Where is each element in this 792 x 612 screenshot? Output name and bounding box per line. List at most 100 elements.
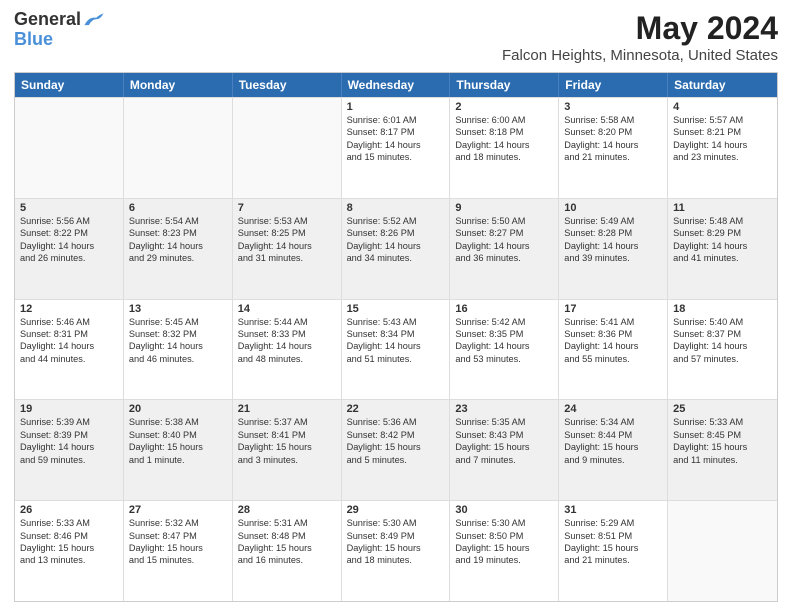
table-row: 17Sunrise: 5:41 AM Sunset: 8:36 PM Dayli…: [559, 300, 668, 400]
day-info: Sunrise: 5:52 AM Sunset: 8:26 PM Dayligh…: [347, 215, 445, 265]
day-info: Sunrise: 5:31 AM Sunset: 8:48 PM Dayligh…: [238, 517, 336, 567]
table-row: 28Sunrise: 5:31 AM Sunset: 8:48 PM Dayli…: [233, 501, 342, 601]
day-number: 17: [564, 303, 662, 315]
header-tuesday: Tuesday: [233, 73, 342, 97]
table-row: 6Sunrise: 5:54 AM Sunset: 8:23 PM Daylig…: [124, 199, 233, 299]
table-row: 18Sunrise: 5:40 AM Sunset: 8:37 PM Dayli…: [668, 300, 777, 400]
day-number: 13: [129, 303, 227, 315]
calendar-header: Sunday Monday Tuesday Wednesday Thursday…: [15, 73, 777, 97]
day-info: Sunrise: 5:32 AM Sunset: 8:47 PM Dayligh…: [129, 517, 227, 567]
day-number: 3: [564, 101, 662, 113]
cal-row: 26Sunrise: 5:33 AM Sunset: 8:46 PM Dayli…: [15, 500, 777, 601]
day-number: 31: [564, 504, 662, 516]
table-row: [233, 98, 342, 198]
table-row: 25Sunrise: 5:33 AM Sunset: 8:45 PM Dayli…: [668, 400, 777, 500]
day-number: 22: [347, 403, 445, 415]
header: General Blue May 2024 Falcon Heights, Mi…: [14, 10, 778, 64]
table-row: [124, 98, 233, 198]
table-row: [15, 98, 124, 198]
table-row: 19Sunrise: 5:39 AM Sunset: 8:39 PM Dayli…: [15, 400, 124, 500]
day-info: Sunrise: 5:48 AM Sunset: 8:29 PM Dayligh…: [673, 215, 772, 265]
day-number: 8: [347, 202, 445, 214]
day-info: Sunrise: 5:49 AM Sunset: 8:28 PM Dayligh…: [564, 215, 662, 265]
day-info: Sunrise: 5:43 AM Sunset: 8:34 PM Dayligh…: [347, 316, 445, 366]
table-row: 16Sunrise: 5:42 AM Sunset: 8:35 PM Dayli…: [450, 300, 559, 400]
page-subtitle: Falcon Heights, Minnesota, United States: [502, 47, 778, 64]
table-row: 7Sunrise: 5:53 AM Sunset: 8:25 PM Daylig…: [233, 199, 342, 299]
table-row: [668, 501, 777, 601]
title-block: May 2024 Falcon Heights, Minnesota, Unit…: [502, 10, 778, 64]
day-info: Sunrise: 5:33 AM Sunset: 8:45 PM Dayligh…: [673, 416, 772, 466]
table-row: 4Sunrise: 5:57 AM Sunset: 8:21 PM Daylig…: [668, 98, 777, 198]
day-number: 28: [238, 504, 336, 516]
page: General Blue May 2024 Falcon Heights, Mi…: [0, 0, 792, 612]
cal-row: 1Sunrise: 6:01 AM Sunset: 8:17 PM Daylig…: [15, 97, 777, 198]
day-info: Sunrise: 5:38 AM Sunset: 8:40 PM Dayligh…: [129, 416, 227, 466]
day-number: 14: [238, 303, 336, 315]
day-info: Sunrise: 5:40 AM Sunset: 8:37 PM Dayligh…: [673, 316, 772, 366]
table-row: 23Sunrise: 5:35 AM Sunset: 8:43 PM Dayli…: [450, 400, 559, 500]
table-row: 8Sunrise: 5:52 AM Sunset: 8:26 PM Daylig…: [342, 199, 451, 299]
table-row: 14Sunrise: 5:44 AM Sunset: 8:33 PM Dayli…: [233, 300, 342, 400]
cal-row: 12Sunrise: 5:46 AM Sunset: 8:31 PM Dayli…: [15, 299, 777, 400]
day-number: 5: [20, 202, 118, 214]
day-info: Sunrise: 5:58 AM Sunset: 8:20 PM Dayligh…: [564, 114, 662, 164]
table-row: 26Sunrise: 5:33 AM Sunset: 8:46 PM Dayli…: [15, 501, 124, 601]
logo-general: General: [14, 9, 81, 29]
day-info: Sunrise: 6:01 AM Sunset: 8:17 PM Dayligh…: [347, 114, 445, 164]
table-row: 12Sunrise: 5:46 AM Sunset: 8:31 PM Dayli…: [15, 300, 124, 400]
table-row: 30Sunrise: 5:30 AM Sunset: 8:50 PM Dayli…: [450, 501, 559, 601]
day-number: 29: [347, 504, 445, 516]
table-row: 27Sunrise: 5:32 AM Sunset: 8:47 PM Dayli…: [124, 501, 233, 601]
day-number: 26: [20, 504, 118, 516]
table-row: 24Sunrise: 5:34 AM Sunset: 8:44 PM Dayli…: [559, 400, 668, 500]
logo: General Blue: [14, 10, 105, 50]
header-friday: Friday: [559, 73, 668, 97]
logo-text: General: [14, 10, 81, 30]
calendar: Sunday Monday Tuesday Wednesday Thursday…: [14, 72, 778, 602]
day-info: Sunrise: 5:30 AM Sunset: 8:49 PM Dayligh…: [347, 517, 445, 567]
cal-row: 19Sunrise: 5:39 AM Sunset: 8:39 PM Dayli…: [15, 399, 777, 500]
day-number: 24: [564, 403, 662, 415]
day-info: Sunrise: 5:34 AM Sunset: 8:44 PM Dayligh…: [564, 416, 662, 466]
day-number: 7: [238, 202, 336, 214]
day-number: 11: [673, 202, 772, 214]
table-row: 20Sunrise: 5:38 AM Sunset: 8:40 PM Dayli…: [124, 400, 233, 500]
page-title: May 2024: [502, 10, 778, 47]
header-monday: Monday: [124, 73, 233, 97]
table-row: 22Sunrise: 5:36 AM Sunset: 8:42 PM Dayli…: [342, 400, 451, 500]
table-row: 11Sunrise: 5:48 AM Sunset: 8:29 PM Dayli…: [668, 199, 777, 299]
day-number: 20: [129, 403, 227, 415]
table-row: 31Sunrise: 5:29 AM Sunset: 8:51 PM Dayli…: [559, 501, 668, 601]
table-row: 1Sunrise: 6:01 AM Sunset: 8:17 PM Daylig…: [342, 98, 451, 198]
day-info: Sunrise: 5:33 AM Sunset: 8:46 PM Dayligh…: [20, 517, 118, 567]
day-info: Sunrise: 5:42 AM Sunset: 8:35 PM Dayligh…: [455, 316, 553, 366]
day-info: Sunrise: 5:30 AM Sunset: 8:50 PM Dayligh…: [455, 517, 553, 567]
day-number: 19: [20, 403, 118, 415]
day-info: Sunrise: 5:41 AM Sunset: 8:36 PM Dayligh…: [564, 316, 662, 366]
day-info: Sunrise: 5:53 AM Sunset: 8:25 PM Dayligh…: [238, 215, 336, 265]
day-number: 30: [455, 504, 553, 516]
day-info: Sunrise: 5:37 AM Sunset: 8:41 PM Dayligh…: [238, 416, 336, 466]
header-wednesday: Wednesday: [342, 73, 451, 97]
day-number: 16: [455, 303, 553, 315]
table-row: 3Sunrise: 5:58 AM Sunset: 8:20 PM Daylig…: [559, 98, 668, 198]
day-info: Sunrise: 5:57 AM Sunset: 8:21 PM Dayligh…: [673, 114, 772, 164]
day-info: Sunrise: 5:39 AM Sunset: 8:39 PM Dayligh…: [20, 416, 118, 466]
day-number: 6: [129, 202, 227, 214]
day-number: 21: [238, 403, 336, 415]
day-info: Sunrise: 5:46 AM Sunset: 8:31 PM Dayligh…: [20, 316, 118, 366]
calendar-body: 1Sunrise: 6:01 AM Sunset: 8:17 PM Daylig…: [15, 97, 777, 601]
cal-row: 5Sunrise: 5:56 AM Sunset: 8:22 PM Daylig…: [15, 198, 777, 299]
day-info: Sunrise: 5:35 AM Sunset: 8:43 PM Dayligh…: [455, 416, 553, 466]
day-number: 1: [347, 101, 445, 113]
table-row: 29Sunrise: 5:30 AM Sunset: 8:49 PM Dayli…: [342, 501, 451, 601]
day-number: 4: [673, 101, 772, 113]
day-number: 27: [129, 504, 227, 516]
day-info: Sunrise: 5:50 AM Sunset: 8:27 PM Dayligh…: [455, 215, 553, 265]
table-row: 13Sunrise: 5:45 AM Sunset: 8:32 PM Dayli…: [124, 300, 233, 400]
day-number: 2: [455, 101, 553, 113]
table-row: 10Sunrise: 5:49 AM Sunset: 8:28 PM Dayli…: [559, 199, 668, 299]
header-sunday: Sunday: [15, 73, 124, 97]
logo-blue: Blue: [14, 30, 53, 50]
